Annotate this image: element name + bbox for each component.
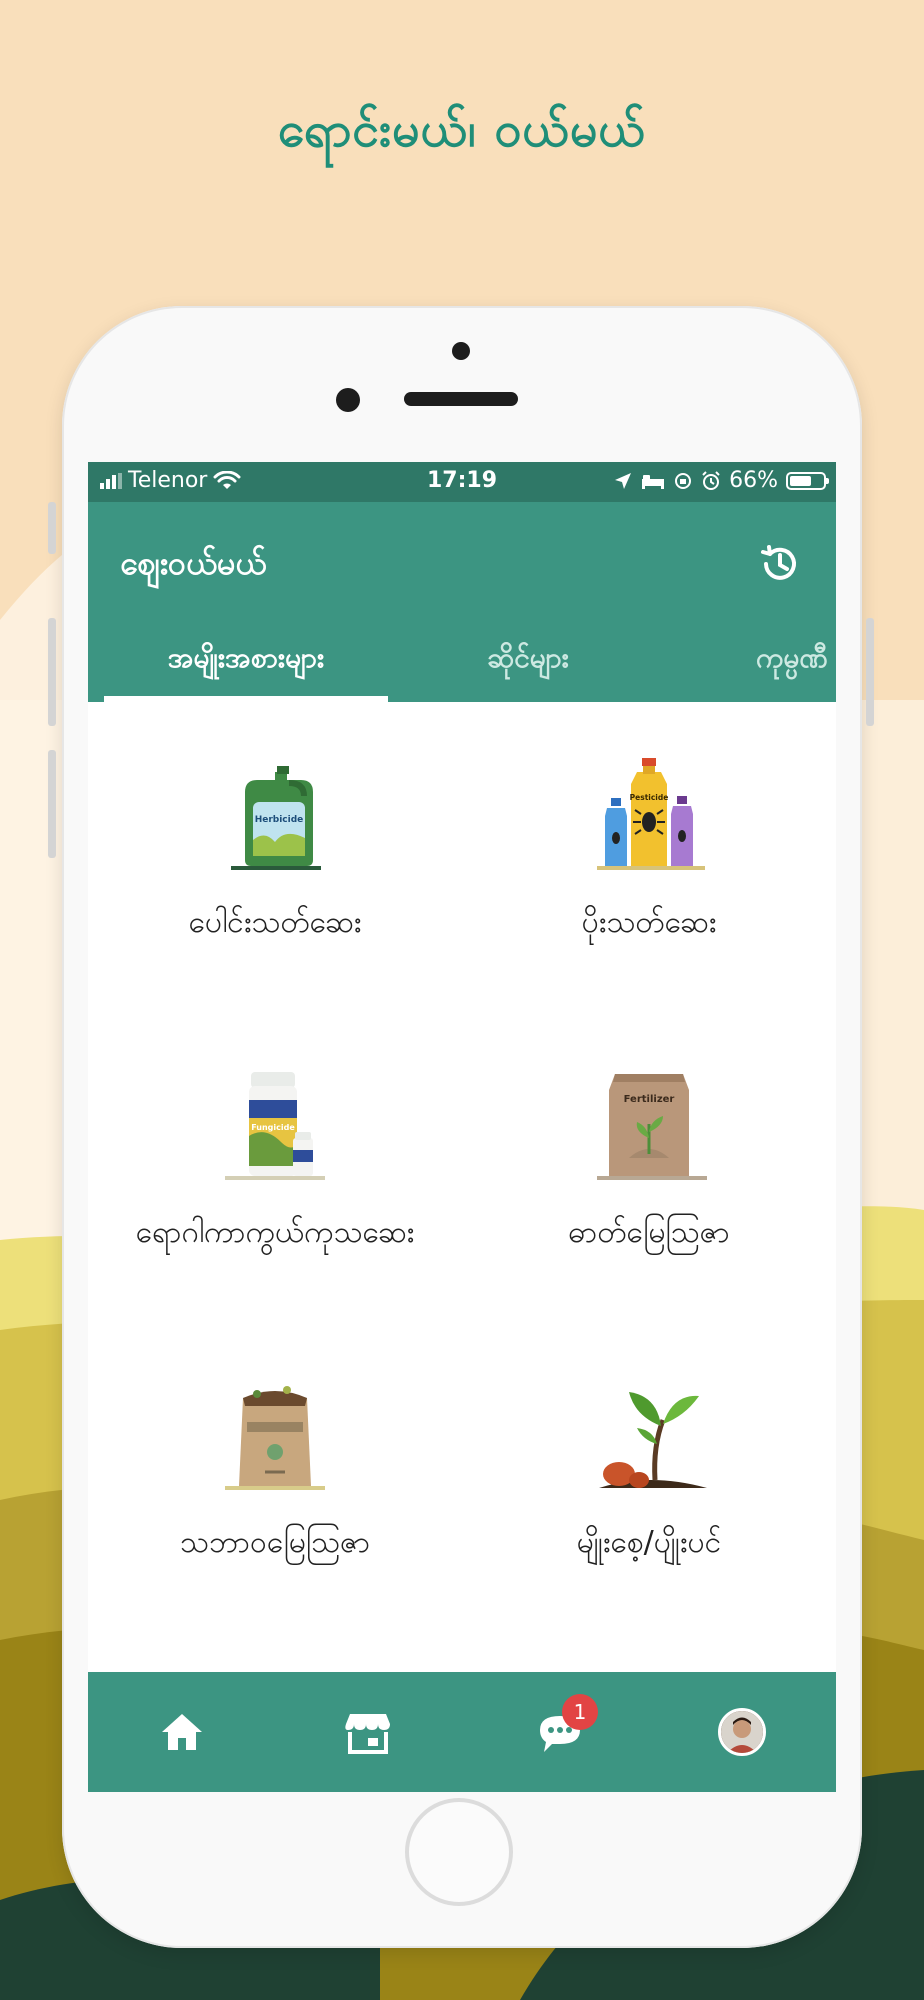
rotation-lock-icon (675, 472, 692, 489)
mute-switch (48, 502, 56, 554)
battery-percent: 66% (729, 468, 778, 493)
pesticide-icon: Pesticide (597, 758, 705, 870)
front-camera (336, 388, 360, 412)
category-pesticide[interactable]: Pesticide ပိုးသတ်ဆေး (462, 702, 836, 1012)
category-label: ဓာတ်မြေသြဇာ (568, 1215, 730, 1250)
power-button (866, 618, 874, 726)
battery-icon (786, 471, 829, 490)
fertilizer-icon-text: Fertilizer (624, 1094, 675, 1105)
earpiece-speaker (404, 392, 518, 406)
fungicide-icon: Fungicide (225, 1072, 325, 1180)
fertilizer-icon: Fertilizer (597, 1074, 707, 1180)
status-bar: Telenor 17:19 66% (88, 462, 836, 502)
chat-badge: 1 (562, 1694, 598, 1730)
category-fungicide[interactable]: Fungicide ရောဂါကာကွယ်ကုသဆေး (88, 1012, 462, 1322)
category-label: ရောဂါကာကွယ်ကုသဆေး (135, 1215, 415, 1250)
category-seeds[interactable]: မျိုးစေ့/ပျိုးပင် (462, 1322, 836, 1632)
bottom-navigation: 1 (88, 1672, 836, 1792)
alarm-icon (702, 470, 720, 490)
category-tabs: အမျိုးအစားများ ဆိုင်များ ကုမ္ပဏီ (88, 632, 836, 702)
pesticide-icon-text: Pesticide (630, 793, 669, 802)
category-label: ပေါင်းသတ်ဆေး (188, 905, 362, 940)
app-title: ဈေးဝယ်မယ် (120, 544, 267, 582)
category-label: ပိုးသတ်ဆေး (581, 905, 717, 940)
avatar-photo (721, 1711, 763, 1753)
status-right: 66% (613, 468, 829, 493)
volume-down-button (48, 750, 56, 858)
app-bar: ဈေးဝယ်မယ် အမျိုးအစားများ ဆိုင်များ ကုမ္ပ… (88, 502, 836, 702)
herbicide-icon-text: Herbicide (255, 815, 304, 825)
fungicide-icon-text: Fungicide (251, 1123, 295, 1132)
compost-icon (225, 1386, 325, 1490)
proximity-sensor (452, 342, 470, 360)
herbicide-icon: Herbicide (231, 766, 321, 870)
category-compost[interactable]: သဘာဝမြေသြဇာ (88, 1322, 462, 1632)
volume-up-button (48, 618, 56, 726)
app-screen: Telenor 17:19 66% ဈေးဝယ်မယ် အမျိုးအစားမျ… (88, 462, 836, 1792)
category-label: သဘာဝမြေသြဇာ (179, 1525, 371, 1560)
tab-companies[interactable]: ကုမ္ပဏီ (756, 632, 836, 696)
home-icon[interactable] (152, 1702, 212, 1762)
location-arrow-icon (615, 472, 632, 489)
category-fertilizer[interactable]: Fertilizer ဓာတ်မြေသြဇာ (462, 1012, 836, 1322)
home-button[interactable] (405, 1798, 513, 1906)
bed-icon (642, 474, 665, 489)
profile-avatar[interactable] (718, 1708, 766, 1756)
category-label: မျိုးစေ့/ပျိုးပင် (576, 1525, 722, 1560)
tab-shops[interactable]: ဆိုင်များ (428, 632, 628, 696)
history-icon[interactable] (754, 538, 806, 590)
category-herbicide[interactable]: Herbicide ပေါင်းသတ်ဆေး (88, 702, 462, 1012)
chat-nav-item[interactable]: 1 (532, 1694, 598, 1762)
promo-title: ရောင်းမယ်၊ ဝယ်မယ် (277, 102, 647, 158)
tab-categories[interactable]: အမျိုးအစားများ (104, 632, 388, 696)
store-icon[interactable] (338, 1702, 398, 1762)
seedling-icon (599, 1392, 707, 1488)
